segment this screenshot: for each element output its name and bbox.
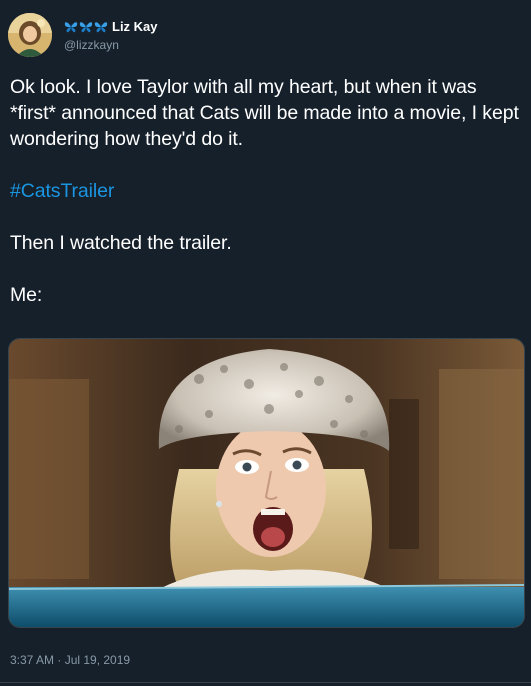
user-handle[interactable]: @lizzkayn [64, 38, 158, 52]
tweet-header: Liz Kay @lizzkayn [8, 12, 158, 58]
hashtag-link[interactable]: #CatsTrailer [10, 180, 114, 202]
tweet-text-paragraph: Ok look. I love Taylor with all my heart… [10, 76, 519, 150]
display-name[interactable]: Liz Kay [112, 19, 158, 34]
media-image [9, 339, 524, 627]
avatar[interactable] [8, 13, 52, 57]
blue-butterfly-icon [64, 21, 78, 32]
display-name-row[interactable]: Liz Kay [64, 19, 158, 35]
tweet-text-paragraph: Then I watched the trailer. [10, 232, 232, 254]
user-names: Liz Kay @lizzkayn [64, 19, 158, 52]
blue-butterfly-icon [79, 21, 93, 32]
tweet-media-gif[interactable] [8, 338, 525, 628]
divider [0, 682, 531, 683]
tweet-text-paragraph: Me: [10, 284, 43, 306]
tweet-body: Ok look. I love Taylor with all my heart… [10, 74, 520, 308]
blue-butterfly-icon [94, 21, 108, 32]
tweet-timestamp[interactable]: 3:37 AM · Jul 19, 2019 [10, 653, 130, 667]
avatar-image [8, 13, 52, 57]
tweet: Liz Kay @lizzkayn Ok look. I love Taylor… [0, 0, 531, 686]
